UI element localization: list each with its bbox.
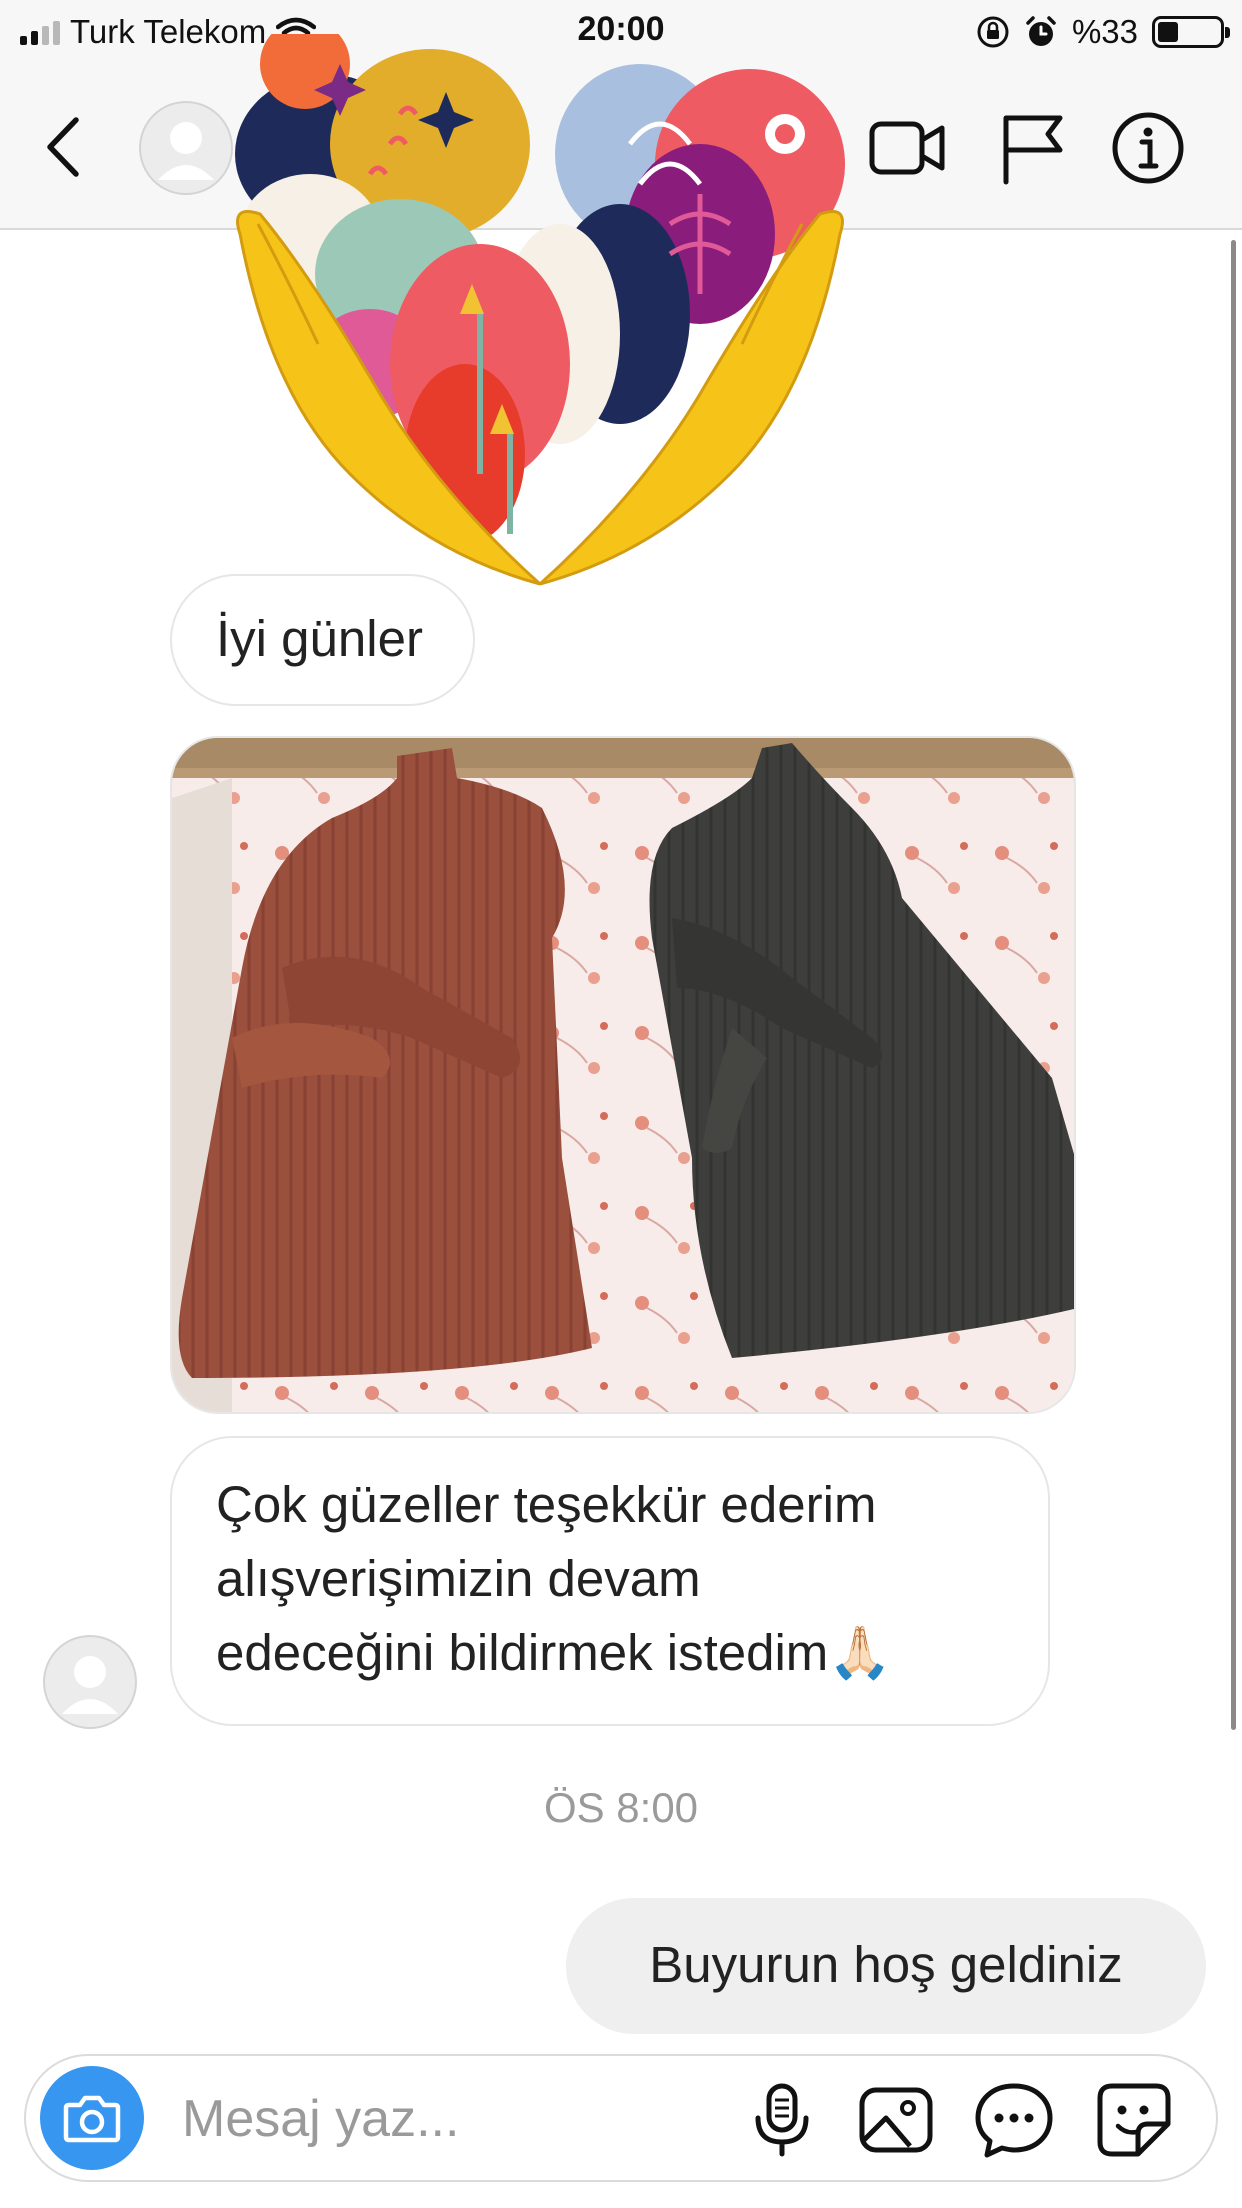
message-line: alışverişimizin devam <box>216 1549 701 1607</box>
incoming-message[interactable]: İyi günler <box>170 574 475 706</box>
message-text: Buyurun hoş geldiniz <box>649 1936 1123 1993</box>
message-input[interactable] <box>182 2084 742 2154</box>
message-composer <box>24 2054 1218 2182</box>
camera-button[interactable] <box>40 2066 144 2170</box>
contact-avatar[interactable] <box>138 100 234 196</box>
battery-percent: %33 <box>1071 13 1138 50</box>
outgoing-message[interactable]: Buyurun hoş geldiniz <box>566 1898 1206 2034</box>
sweaters-photo <box>172 738 1074 1412</box>
message-timestamp: ÖS 8:00 <box>543 1784 699 1831</box>
scrollbar[interactable] <box>1231 240 1236 1730</box>
battery-fill <box>1158 22 1178 42</box>
orientation-lock-icon <box>977 16 1009 48</box>
message-line: edeceğini bildirmek istedim🙏🏻 <box>216 1623 892 1681</box>
sender-avatar[interactable] <box>42 1634 138 1730</box>
heart-hands-illustration <box>235 34 845 586</box>
microphone-icon[interactable] <box>742 2080 822 2160</box>
status-right: %33 <box>976 10 1230 54</box>
chat-bubble-icon[interactable] <box>974 2080 1054 2160</box>
info-icon[interactable] <box>1108 110 1188 186</box>
back-button[interactable] <box>40 114 90 180</box>
battery-icon <box>1152 16 1230 48</box>
camera-icon <box>63 2095 121 2143</box>
alarm-icon <box>1026 16 1056 46</box>
gallery-icon[interactable] <box>856 2080 936 2160</box>
flag-icon[interactable] <box>992 110 1072 186</box>
incoming-message-long[interactable]: Çok güzeller teşekkür ederim alışverişim… <box>170 1436 1050 1726</box>
message-line: Çok güzeller teşekkür ederim <box>216 1476 877 1533</box>
video-call-icon[interactable] <box>868 110 948 186</box>
photo-message[interactable] <box>170 736 1076 1414</box>
sticker-icon[interactable] <box>1094 2080 1174 2160</box>
message-text: İyi günler <box>216 610 423 667</box>
